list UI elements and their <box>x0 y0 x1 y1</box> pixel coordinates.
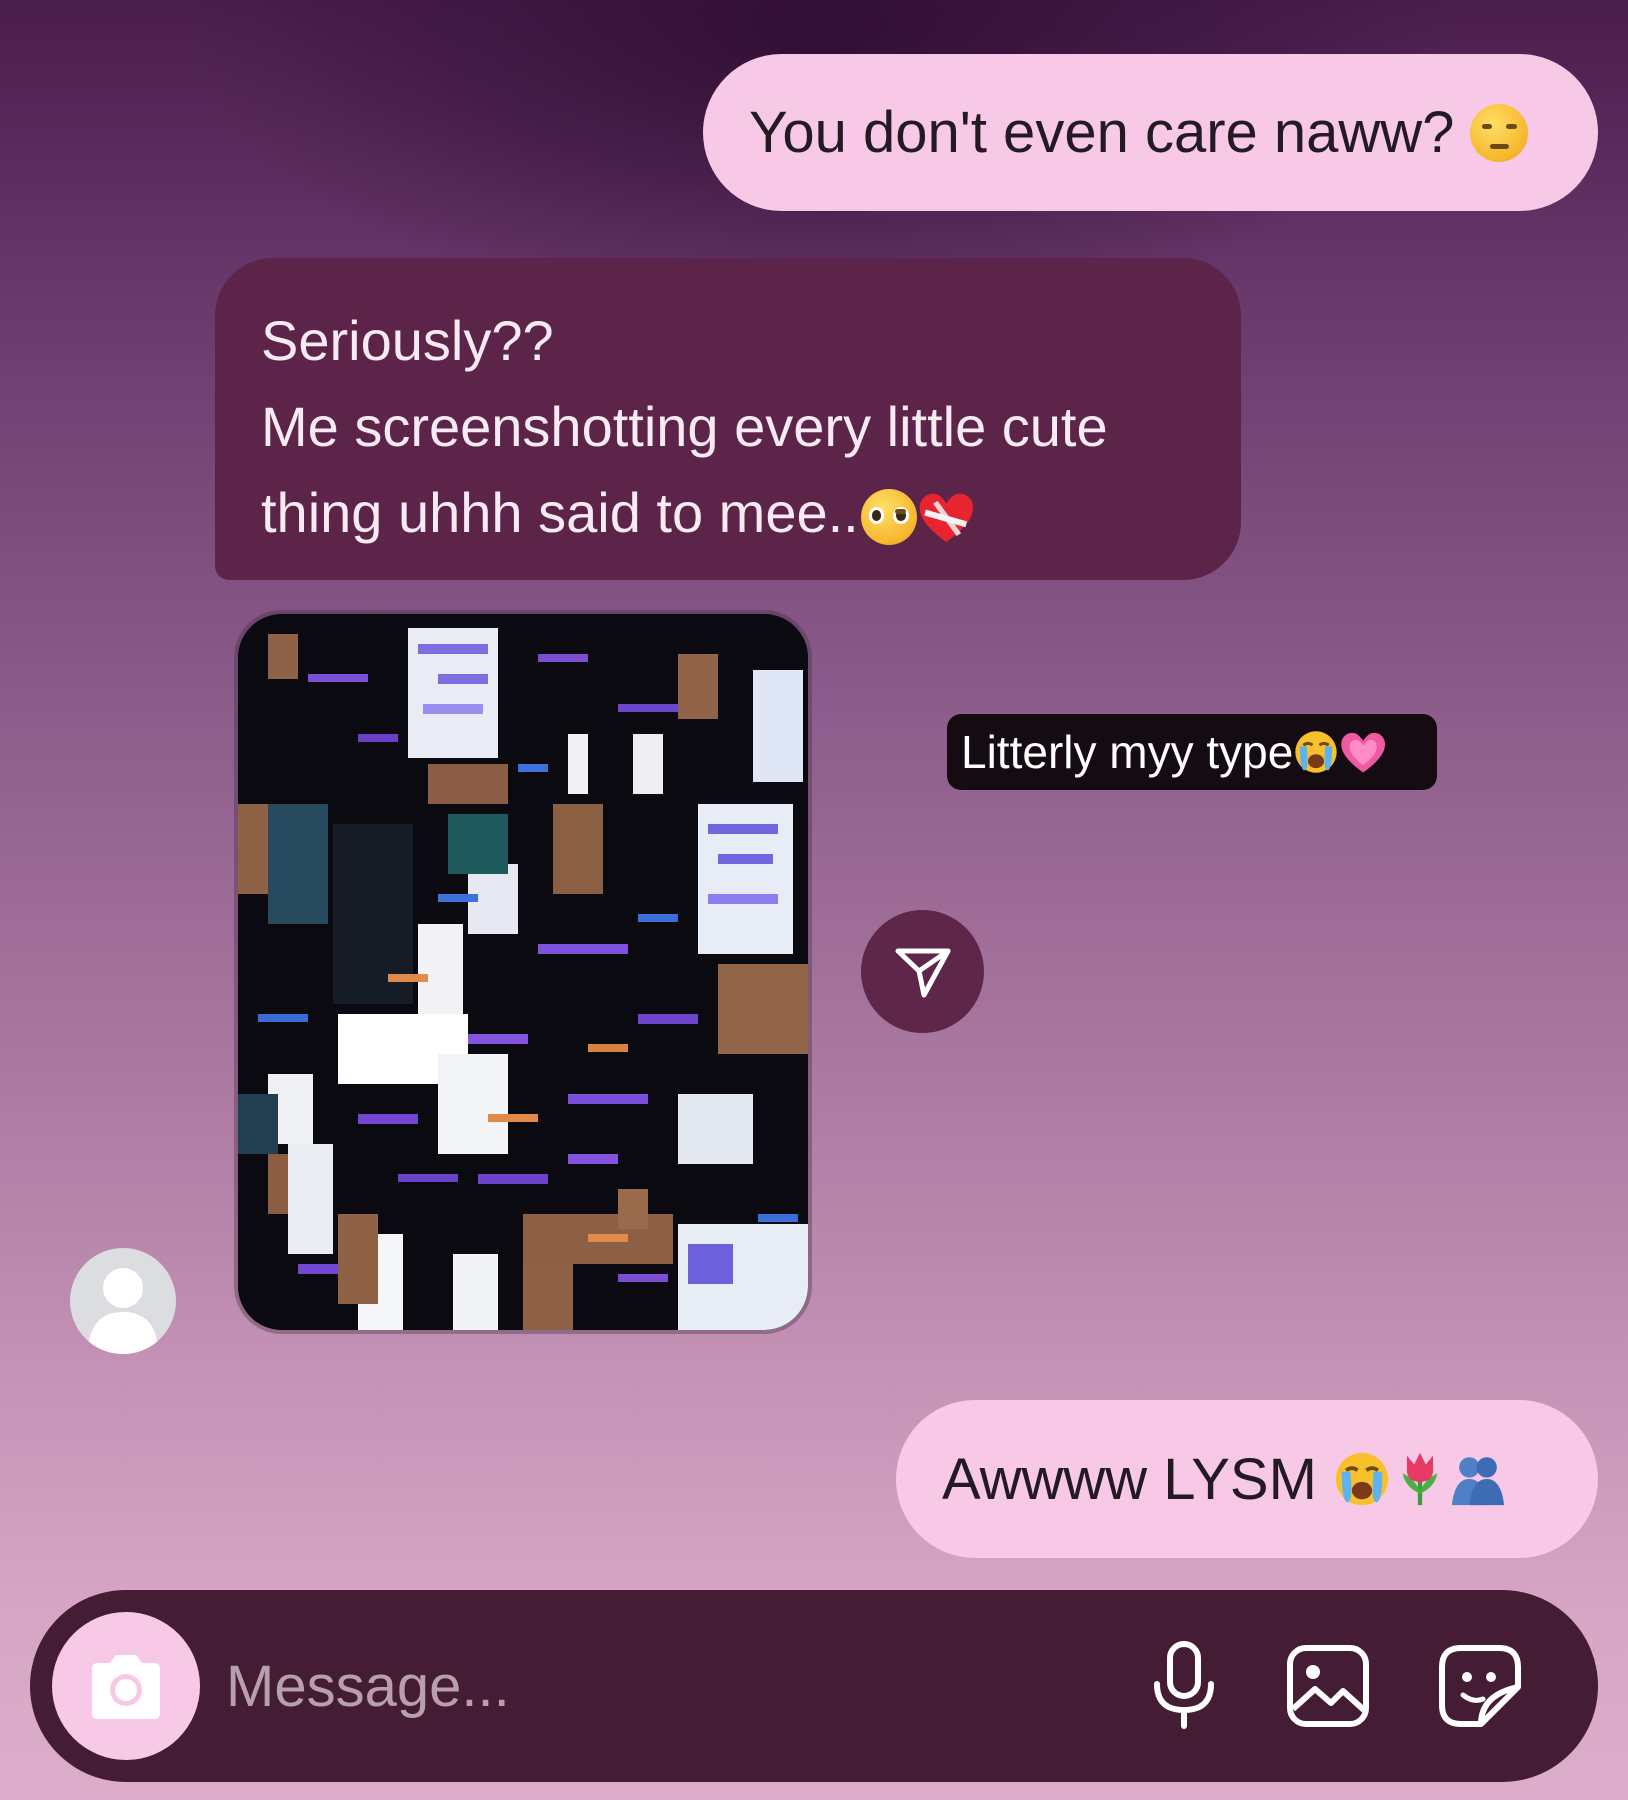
message-line: Me screenshotting every little cute <box>261 395 1108 458</box>
message-composer <box>30 1590 1598 1782</box>
loudly-crying-face-emoji <box>1333 1450 1391 1508</box>
mending-heart-emoji <box>917 489 976 545</box>
default-avatar-icon[interactable] <box>70 1248 176 1354</box>
loudly-crying-face-emoji <box>1293 729 1339 775</box>
message-text: Awwww LYSM <box>942 1446 1317 1512</box>
message-line-with-emoji: thing uhhh said to mee.. <box>261 470 1197 556</box>
camera-icon <box>84 1651 168 1721</box>
share-button[interactable] <box>861 910 984 1033</box>
chat-screen: You don't even care naww? Seriously?? Me… <box>0 0 1628 1800</box>
gallery-button[interactable] <box>1282 1640 1374 1732</box>
growing-heart-emoji <box>1339 729 1387 775</box>
message-line-text: thing uhhh said to mee.. <box>261 481 859 544</box>
unamused-face-emoji <box>1470 103 1529 162</box>
microphone-icon <box>1149 1640 1219 1732</box>
outgoing-message[interactable]: You don't even care naww? <box>703 54 1598 211</box>
send-icon <box>892 941 954 1003</box>
story-text-overlay: Litterly myy type <box>947 714 1437 790</box>
sticker-button[interactable] <box>1434 1640 1526 1732</box>
people-hugging-emoji <box>1449 1450 1507 1508</box>
message-input[interactable] <box>226 1646 1006 1726</box>
overlay-text: Litterly myy type <box>961 726 1294 778</box>
image-icon <box>1285 1643 1371 1729</box>
sticker-icon <box>1437 1643 1523 1729</box>
microphone-button[interactable] <box>1138 1640 1230 1732</box>
message-line: Seriously?? <box>261 309 554 372</box>
outgoing-message[interactable]: Awwww LYSM <box>896 1400 1598 1558</box>
incoming-message[interactable]: Seriously?? Me screenshotting every litt… <box>215 258 1241 580</box>
pleading-face-emoji <box>860 489 917 546</box>
screenshot-collage-image[interactable] <box>238 614 808 1330</box>
message-text: You don't even care naww? <box>749 100 1455 165</box>
tulip-emoji <box>1391 1450 1449 1508</box>
collage-graphic <box>238 614 808 1330</box>
camera-button[interactable] <box>52 1612 200 1760</box>
